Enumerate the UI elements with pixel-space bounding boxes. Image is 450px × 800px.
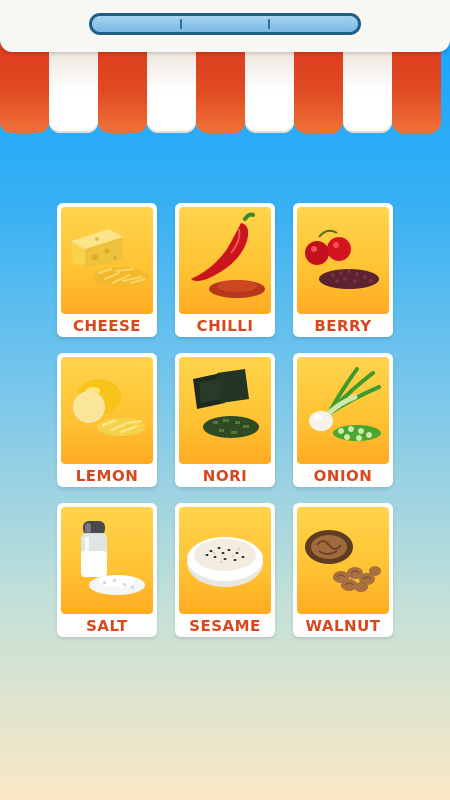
awning-stripe — [0, 40, 49, 133]
ingredient-card-lemon[interactable]: LEMON — [57, 353, 157, 487]
progress-bar — [89, 13, 361, 35]
nori-icon — [179, 357, 271, 464]
progress-tick — [268, 19, 270, 29]
ingredient-card-salt[interactable]: SALT — [57, 503, 157, 637]
top-panel — [0, 0, 450, 52]
chilli-icon — [179, 207, 271, 314]
shop-awning — [0, 40, 450, 133]
ingredient-label: SALT — [86, 617, 128, 635]
awning-stripe — [98, 40, 147, 133]
walnut-icon — [297, 507, 389, 614]
awning-stripe — [147, 40, 196, 133]
progress-tick — [180, 19, 182, 29]
ingredient-card-cheese[interactable]: CHEESE — [57, 203, 157, 337]
awning-stripe — [245, 40, 294, 133]
ingredient-label: SESAME — [189, 617, 261, 635]
berry-icon — [297, 207, 389, 314]
ingredient-label: CHILLI — [196, 317, 254, 335]
ingredient-label: LEMON — [75, 467, 139, 485]
ingredient-label: WALNUT — [305, 617, 381, 635]
awning-stripe — [49, 40, 98, 133]
cheese-icon — [61, 207, 153, 314]
lemon-icon — [61, 357, 153, 464]
awning-stripe — [294, 40, 343, 133]
ingredient-label: CHEESE — [72, 317, 142, 335]
awning-stripe — [196, 40, 245, 133]
onion-icon — [297, 357, 389, 464]
ingredient-grid: CHEESE CHILLI BERRY LEMON NORI ONION SAL… — [57, 203, 394, 637]
ingredient-card-sesame[interactable]: SESAME — [175, 503, 275, 637]
ingredient-label: NORI — [202, 467, 248, 485]
sesame-icon — [179, 507, 271, 614]
ingredient-card-chilli[interactable]: CHILLI — [175, 203, 275, 337]
salt-icon — [61, 507, 153, 614]
ingredient-card-walnut[interactable]: WALNUT — [293, 503, 393, 637]
ingredient-card-nori[interactable]: NORI — [175, 353, 275, 487]
ingredient-label: BERRY — [314, 317, 372, 335]
awning-stripe — [343, 40, 392, 133]
ingredient-card-berry[interactable]: BERRY — [293, 203, 393, 337]
ingredient-card-onion[interactable]: ONION — [293, 353, 393, 487]
ingredient-label: ONION — [313, 467, 373, 485]
awning-stripe — [392, 40, 441, 133]
